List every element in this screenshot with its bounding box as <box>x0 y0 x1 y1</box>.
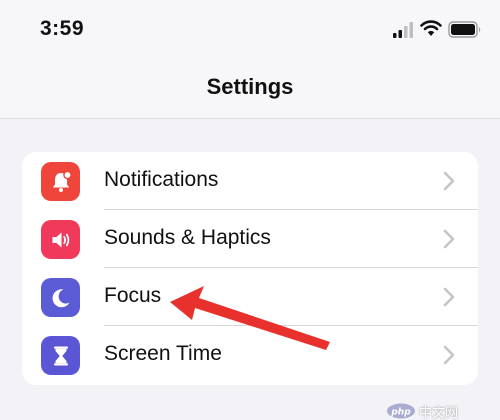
bell-badge-icon <box>41 162 80 201</box>
chevron-right-icon <box>443 345 455 365</box>
annotation-arrow <box>170 286 330 350</box>
battery-icon <box>448 21 481 38</box>
wifi-icon <box>420 20 442 36</box>
speaker-wave-icon <box>41 220 80 259</box>
hourglass-icon <box>41 336 80 375</box>
watermark-text: 中文网 <box>419 404 459 420</box>
cellular-signal-icon <box>393 22 413 38</box>
header: 3:59 Settings <box>0 0 500 119</box>
settings-screen: 3:59 Settings Notifications Sounds & Hap… <box>0 0 500 420</box>
svg-text:php: php <box>390 408 411 418</box>
settings-row-sounds-haptics[interactable]: Sounds & Haptics <box>22 210 478 268</box>
page-title: Settings <box>206 74 294 99</box>
settings-row-label: Sounds & Haptics <box>104 226 271 249</box>
crescent-moon-icon <box>41 278 80 317</box>
status-time: 3:59 <box>40 17 85 40</box>
watermark: php 中文网 <box>386 402 458 420</box>
chevron-right-icon <box>443 229 455 249</box>
settings-row-notifications[interactable]: Notifications <box>22 152 478 210</box>
chevron-right-icon <box>443 171 455 191</box>
php-logo-icon: php <box>387 403 415 419</box>
status-bar: 3:59 <box>0 0 500 60</box>
settings-row-label: Focus <box>104 284 162 307</box>
chevron-right-icon <box>443 287 455 307</box>
settings-row-label: Notifications <box>104 168 219 191</box>
